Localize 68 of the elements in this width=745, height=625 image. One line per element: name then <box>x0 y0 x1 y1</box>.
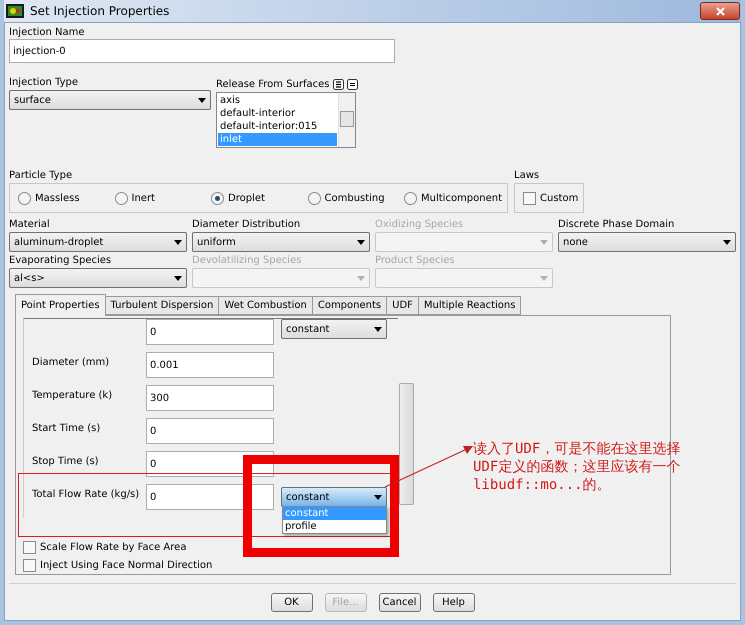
caret-icon <box>174 240 182 244</box>
radio-option[interactable]: Combusting <box>308 192 404 204</box>
checkbox[interactable]: Scale Flow Rate by Face Area <box>23 538 670 556</box>
radio-option[interactable]: Droplet <box>211 192 308 204</box>
select-all-icon[interactable] <box>332 79 344 90</box>
dropdown-option[interactable]: profile <box>283 520 386 533</box>
tab[interactable]: Point Properties <box>15 294 106 316</box>
field-label: Evaporating Species <box>9 255 112 266</box>
dropdown[interactable]: al<s> <box>9 268 187 288</box>
app-icon <box>6 4 24 18</box>
tab[interactable]: Multiple Reactions <box>418 296 522 315</box>
dropdown[interactable]: none <box>558 232 736 252</box>
value-field[interactable]: 300 <box>146 385 274 411</box>
window-title: Set Injection Properties <box>30 4 170 18</box>
list-item[interactable]: default-interior <box>218 107 337 120</box>
dropdown[interactable]: aluminum-droplet <box>9 232 187 252</box>
dialog-button[interactable]: Help <box>432 592 474 612</box>
caret-icon <box>374 494 382 500</box>
close-icon <box>716 6 724 16</box>
value-field[interactable]: 0 <box>146 418 274 444</box>
dialog-button[interactable]: Cancel <box>378 592 420 612</box>
field-label: Laws <box>514 170 540 181</box>
caret-icon <box>357 276 365 280</box>
list-item[interactable]: default-interior:015 <box>218 120 337 133</box>
field-label: Temperature (k) <box>32 389 114 401</box>
radio-option[interactable]: Massless <box>18 192 114 204</box>
field-label: Material <box>9 219 51 230</box>
tab[interactable]: Components <box>312 296 388 315</box>
field-label: Total Flow Rate (kg/s) <box>32 488 140 500</box>
tab[interactable]: Wet Combustion <box>218 296 313 315</box>
injection-name-field[interactable]: injection-0 <box>9 39 395 63</box>
field-label: Product Species <box>375 255 456 266</box>
field-label: Diameter Distribution <box>192 219 302 230</box>
caret-icon <box>540 240 548 244</box>
tab[interactable]: Turbulent Dispersion <box>104 296 220 315</box>
caret-icon <box>723 240 731 244</box>
caret-icon <box>174 276 182 280</box>
caret-icon <box>357 240 365 244</box>
radio-option[interactable]: Inert <box>114 192 211 204</box>
dropdown[interactable]: constant <box>281 319 387 339</box>
custom-checkbox[interactable]: Custom <box>523 192 578 204</box>
annotation-text: 读入了UDF，可是不能在这里选择 UDF定义的函数；这里应该有一个 libudf::mo...的。 <box>473 440 682 494</box>
field-label: Start Time (s) <box>32 422 102 434</box>
dropdown[interactable]: uniform <box>192 232 370 252</box>
caret-icon <box>198 98 206 102</box>
field-label: Devolatilizing Species <box>192 255 302 266</box>
field-label: Diameter (mm) <box>32 356 110 368</box>
dialog-button[interactable]: OK <box>270 592 312 612</box>
deselect-all-icon[interactable] <box>346 79 358 90</box>
checkbox[interactable]: Inject Using Face Normal Direction <box>23 556 670 574</box>
dropdown[interactable]: constant <box>281 487 387 507</box>
value-field[interactable]: 0 <box>146 319 274 345</box>
field-label: Particle Type <box>9 170 74 181</box>
field-label: Injection Name <box>9 27 86 38</box>
field-label: Injection Type <box>9 77 80 88</box>
value-field[interactable]: 0 <box>146 484 274 510</box>
caret-icon <box>374 326 382 332</box>
field-label: Release From Surfaces <box>216 79 330 90</box>
dropdown[interactable]: surface <box>9 90 211 110</box>
tab[interactable]: UDF <box>386 296 419 315</box>
close-button[interactable] <box>700 2 740 20</box>
field-label: Oxidizing Species <box>375 219 464 230</box>
field-label: Stop Time (s) <box>32 455 100 467</box>
field-label: Discrete Phase Domain <box>558 219 676 230</box>
list-item[interactable]: axis <box>218 94 337 107</box>
value-field[interactable]: 0.001 <box>146 352 274 378</box>
scrollbar[interactable] <box>338 93 355 147</box>
caret-icon <box>540 276 548 280</box>
